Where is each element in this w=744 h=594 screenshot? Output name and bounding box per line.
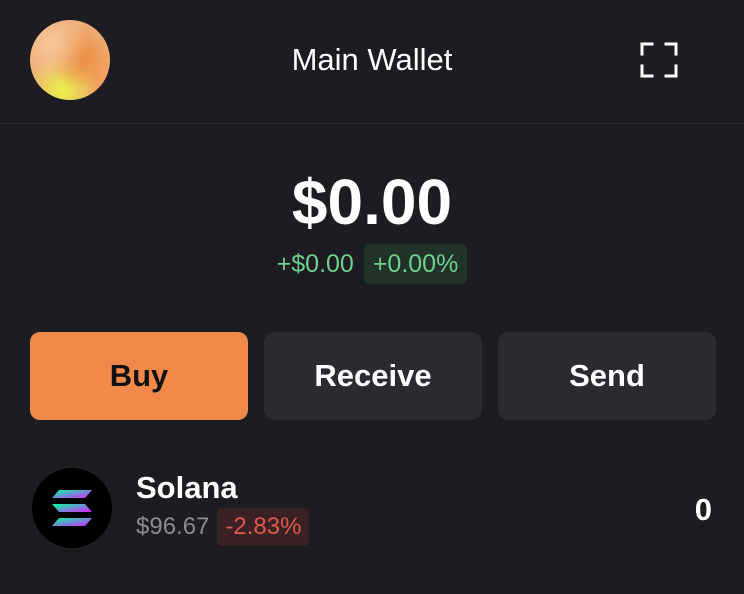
token-change-badge: -2.83%: [217, 508, 310, 546]
token-row-solana[interactable]: Solana $96.67 -2.83% 0: [30, 466, 716, 550]
expand-icon[interactable]: [640, 42, 678, 78]
receive-button[interactable]: Receive: [264, 332, 482, 420]
send-button[interactable]: Send: [498, 332, 716, 420]
wallet-app: Main Wallet $0.00 +$0.00 +0.00% Buy Rece…: [0, 0, 744, 594]
solana-logo-icon: [32, 468, 112, 548]
avatar[interactable]: [30, 20, 110, 100]
balance-change-row: +$0.00 +0.00%: [0, 244, 744, 284]
token-name: Solana: [136, 470, 238, 505]
token-price: $96.67: [136, 513, 210, 540]
change-amount: +$0.00: [276, 250, 354, 278]
buy-button[interactable]: Buy: [30, 332, 248, 420]
action-buttons: Buy Receive Send: [30, 332, 716, 420]
wallet-title[interactable]: Main Wallet: [222, 40, 522, 80]
total-balance: $0.00: [291, 166, 453, 238]
token-price-row: $96.67 -2.83%: [136, 508, 310, 546]
change-percent-badge: +0.00%: [363, 244, 468, 284]
header: Main Wallet: [0, 0, 744, 124]
token-balance: 0: [694, 492, 712, 527]
